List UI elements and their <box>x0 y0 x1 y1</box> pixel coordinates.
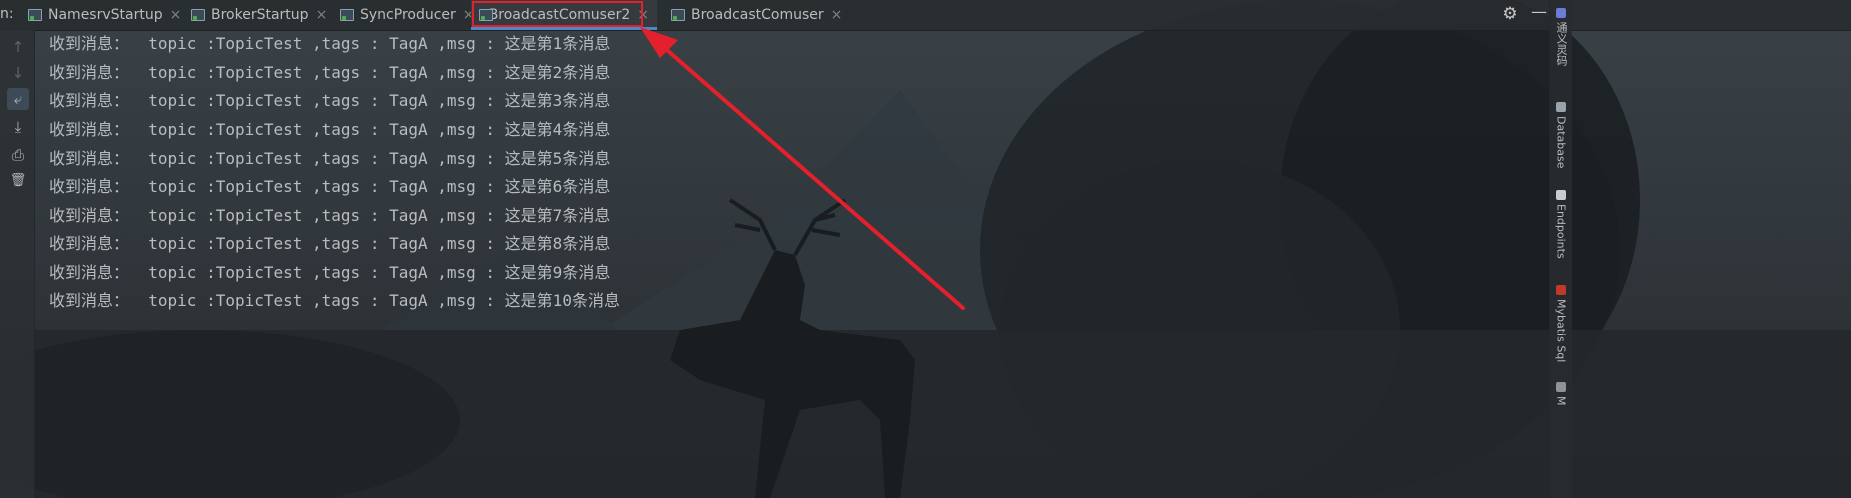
soft-wrap-icon[interactable]: ⤶ <box>7 88 29 110</box>
console-line: 收到消息： topic :TopicTest ,tags : TagA ,msg… <box>49 291 620 310</box>
console-line: 收到消息： topic :TopicTest ,tags : TagA ,msg… <box>49 63 611 82</box>
mybatis-icon <box>1556 285 1566 295</box>
tool-window-label: Endpoints <box>1554 204 1568 259</box>
tool-window-label: Database <box>1554 116 1568 169</box>
console-line: 收到消息： topic :TopicTest ,tags : TagA ,msg… <box>49 234 611 253</box>
run-config-icon <box>479 8 492 21</box>
tool-window-database[interactable]: Database <box>1550 102 1572 182</box>
tool-window-label: 通义灵码 <box>1555 22 1568 66</box>
arrow-up-icon[interactable]: ↑ <box>7 36 29 58</box>
console-line: 收到消息： topic :TopicTest ,tags : TagA ,msg… <box>49 177 611 196</box>
tool-window-mybatis-sql[interactable]: Mybatis Sql <box>1550 285 1572 375</box>
console-toolbar: ↑ ↓ ⤶ ⤓ ⎙ 🗑 <box>0 30 35 498</box>
highlight-box <box>472 1 643 27</box>
right-tool-window-strip: 通义灵码 Database Endpoints Mybatis Sql M <box>1549 0 1572 498</box>
tab-label: NamesrvStartup <box>48 6 163 23</box>
console-line: 收到消息： topic :TopicTest ,tags : TagA ,msg… <box>49 34 611 53</box>
maven-icon <box>1556 382 1566 392</box>
console-line: 收到消息： topic :TopicTest ,tags : TagA ,msg… <box>49 149 611 168</box>
tab-namesrv-startup[interactable]: NamesrvStartup × <box>20 0 189 29</box>
console-line: 收到消息： topic :TopicTest ,tags : TagA ,msg… <box>49 91 611 110</box>
tool-window-label: M <box>1554 396 1568 406</box>
active-tab-indicator <box>471 27 657 30</box>
run-label: n: <box>0 6 14 22</box>
database-icon <box>1556 102 1566 112</box>
run-config-icon <box>671 8 685 21</box>
tab-label: SyncProducer <box>360 6 456 23</box>
tab-label: BrokerStartup <box>211 6 309 23</box>
arrow-down-icon[interactable]: ↓ <box>7 62 29 84</box>
console-line: 收到消息： topic :TopicTest ,tags : TagA ,msg… <box>49 263 611 282</box>
trash-icon[interactable]: 🗑 <box>7 170 29 192</box>
tool-window-label: Mybatis Sql <box>1554 299 1568 363</box>
close-icon[interactable]: × <box>170 7 182 23</box>
run-config-icon <box>28 8 42 21</box>
run-tab-bar: n: NamesrvStartup × BrokerStartup × Sync… <box>0 0 1851 31</box>
tab-sync-producer[interactable]: SyncProducer × <box>332 0 483 29</box>
ai-assistant-icon <box>1556 8 1566 18</box>
console-line: 收到消息： topic :TopicTest ,tags : TagA ,msg… <box>49 206 611 225</box>
scroll-to-end-icon[interactable]: ⤓ <box>7 116 29 138</box>
minimize-icon[interactable]: — <box>1530 3 1548 21</box>
gear-icon[interactable]: ⚙ <box>1501 5 1519 23</box>
tool-window-endpoints[interactable]: Endpoints <box>1550 190 1572 270</box>
console-line: 收到消息： topic :TopicTest ,tags : TagA ,msg… <box>49 120 611 139</box>
run-config-icon <box>340 8 354 21</box>
tab-broker-startup[interactable]: BrokerStartup × <box>183 0 335 29</box>
tab-label: BroadcastComuser <box>691 6 824 23</box>
close-icon[interactable]: × <box>831 7 843 23</box>
tool-window-maven[interactable]: M <box>1550 382 1572 422</box>
tab-broadcast-comuser[interactable]: BroadcastComuser × <box>663 0 850 29</box>
run-config-icon <box>191 8 205 21</box>
close-icon[interactable]: × <box>316 7 328 23</box>
print-icon[interactable]: ⎙ <box>7 144 29 166</box>
tab-broadcast-comuser2[interactable]: BroadcastComuser2 × <box>471 0 657 30</box>
endpoints-icon <box>1556 190 1566 200</box>
tool-window-tongyi[interactable]: 通义灵码 <box>1550 8 1572 88</box>
